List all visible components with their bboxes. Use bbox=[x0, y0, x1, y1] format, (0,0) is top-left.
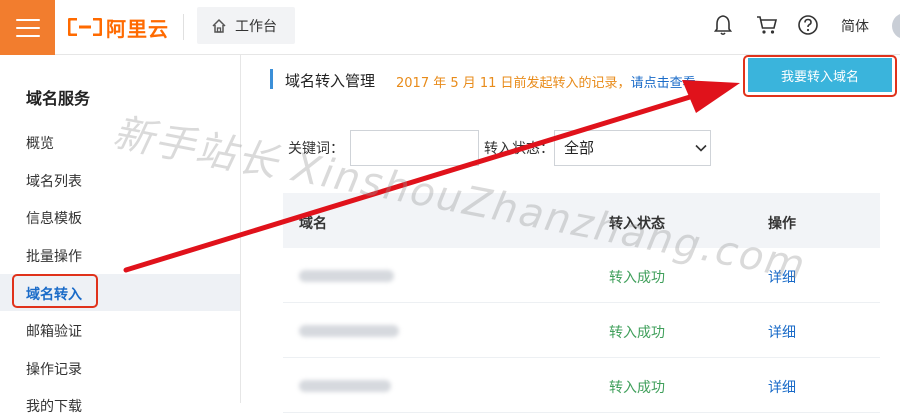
menu-button[interactable] bbox=[0, 0, 55, 55]
bell-icon[interactable] bbox=[714, 14, 732, 36]
domain-cell-redacted bbox=[299, 380, 391, 392]
sidebar-title: 域名服务 bbox=[26, 89, 91, 108]
status-label: 转入状态： bbox=[484, 141, 554, 157]
detail-link[interactable]: 详细 bbox=[768, 267, 796, 287]
table-row: 转入成功 详细 bbox=[283, 358, 880, 413]
home-icon bbox=[212, 18, 226, 33]
status-cell: 转入成功 bbox=[609, 325, 665, 341]
column-header-action: 操作 bbox=[768, 216, 796, 232]
domain-cell-redacted bbox=[299, 325, 399, 337]
sidebar-item-batch[interactable]: 批量操作 bbox=[26, 246, 82, 266]
column-header-status: 转入状态 bbox=[609, 216, 665, 232]
avatar[interactable] bbox=[892, 13, 900, 39]
title-accent-bar bbox=[270, 69, 273, 89]
table-row: 转入成功 详细 bbox=[283, 248, 880, 303]
annotation-highlight-sidebar bbox=[12, 274, 98, 308]
notice-message: 2017 年 5 月 11 日前发起转入的记录， bbox=[396, 76, 631, 91]
sidebar-item-overview[interactable]: 概览 bbox=[26, 133, 54, 153]
keyword-input[interactable] bbox=[350, 130, 479, 166]
detail-link[interactable]: 详细 bbox=[768, 377, 796, 397]
sidebar-item-domain-list[interactable]: 域名列表 bbox=[26, 171, 82, 191]
status-select-value: 全部 bbox=[564, 139, 595, 157]
top-bar: 阿里云 工作台 简体 bbox=[0, 0, 900, 55]
workbench-label: 工作台 bbox=[235, 18, 277, 35]
detail-link[interactable]: 详细 bbox=[768, 322, 796, 342]
table-header: 域名 转入状态 操作 bbox=[283, 193, 880, 248]
sidebar-item-email-verify[interactable]: 邮箱验证 bbox=[26, 321, 82, 341]
status-cell: 转入成功 bbox=[609, 270, 665, 286]
sidebar: 域名服务 概览 域名列表 信息模板 批量操作 域名转入 邮箱验证 操作记录 我的… bbox=[0, 55, 241, 415]
column-header-domain: 域名 bbox=[299, 216, 327, 232]
notice-text: 2017 年 5 月 11 日前发起转入的记录，请点击查看 bbox=[396, 72, 696, 91]
logo[interactable]: 阿里云 bbox=[68, 12, 169, 42]
table-row: 转入成功 详细 bbox=[283, 303, 880, 358]
sidebar-item-logs[interactable]: 操作记录 bbox=[26, 359, 82, 379]
language-switch[interactable]: 简体 bbox=[841, 16, 869, 36]
logo-text: 阿里云 bbox=[106, 16, 169, 41]
page-title: 域名转入管理 bbox=[285, 72, 376, 90]
hamburger-icon bbox=[15, 18, 40, 37]
aliyun-logo-icon bbox=[68, 18, 102, 36]
sidebar-item-downloads[interactable]: 我的下载 bbox=[26, 396, 82, 416]
cart-icon[interactable] bbox=[756, 14, 778, 36]
sidebar-item-templates[interactable]: 信息模板 bbox=[26, 208, 82, 228]
workbench-button[interactable]: 工作台 bbox=[197, 7, 295, 44]
annotation-highlight-button bbox=[743, 55, 897, 97]
status-cell: 转入成功 bbox=[609, 380, 665, 396]
help-icon[interactable] bbox=[797, 14, 819, 36]
notice-link[interactable]: 请点击查看 bbox=[631, 76, 696, 91]
status-select[interactable]: 全部 bbox=[554, 130, 711, 166]
divider bbox=[183, 14, 184, 40]
keyword-label: 关键词： bbox=[288, 141, 344, 157]
domain-cell-redacted bbox=[299, 270, 394, 282]
chevron-down-icon bbox=[695, 144, 707, 152]
